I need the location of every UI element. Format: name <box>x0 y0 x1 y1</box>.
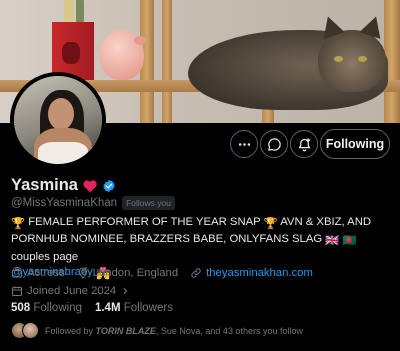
followed-by-rest: , Sue Nova, and 43 others you follow <box>155 325 303 336</box>
uk-flag-icon: 🇬🇧 <box>325 235 340 248</box>
followed-by-prefix: Followed by <box>45 325 94 336</box>
notify-button[interactable] <box>290 130 318 158</box>
category-item: Actress <box>11 267 65 279</box>
trophy-icon: 🏆 <box>263 218 278 230</box>
profile-meta: Actress London, England theyasminakhan.c… <box>11 265 396 301</box>
following-stat[interactable]: 508 Following <box>11 302 82 314</box>
category-label: Actress <box>27 267 65 279</box>
cat-head <box>318 30 386 92</box>
followers-label: Followers <box>123 302 173 314</box>
book <box>76 0 84 22</box>
followers-stat[interactable]: 1.4M Followers <box>95 302 173 314</box>
notify-add-icon <box>298 137 310 151</box>
cat-eye <box>334 56 343 62</box>
location-label: London, England <box>92 267 179 279</box>
heart-emoji-icon <box>83 179 97 192</box>
avatar-top <box>38 142 88 164</box>
more-icon <box>238 142 250 146</box>
briefcase-icon <box>12 268 22 278</box>
followed-by-text: Followed by TORIN BLAZE, Sue Nova, and 4… <box>45 326 303 336</box>
message-icon <box>267 137 281 151</box>
shelf-post <box>162 0 172 123</box>
followers-count: 1.4M <box>94 302 121 314</box>
location-pin-icon <box>78 267 87 279</box>
following-count: 508 <box>11 302 31 314</box>
verified-badge-icon[interactable] <box>102 179 116 193</box>
following-label: Following <box>33 302 82 314</box>
website-link[interactable]: theyasminakhan.com <box>206 267 313 279</box>
chevron-right-icon <box>123 287 128 295</box>
avatar-face <box>48 98 74 130</box>
location-item: London, England <box>77 267 178 279</box>
profile-avatar[interactable] <box>10 72 106 168</box>
followed-by-name: TORIN BLAZE <box>95 325 156 336</box>
following-button[interactable]: Following <box>320 129 390 159</box>
bio-text: NOMINEE, BRAZZERS BABE, ONLYFANS SLAG <box>70 233 323 246</box>
handle: @MissYasminaKhan <box>11 197 118 209</box>
trophy-icon: 🏆 <box>11 218 26 230</box>
bio-text: FEMALE PERFORMER OF THE YEAR SNAP <box>28 216 261 228</box>
display-name: Yasmina <box>11 176 78 194</box>
follows-you-badge: Follows you <box>122 196 175 210</box>
cat-eye <box>358 56 367 62</box>
joined-item[interactable]: Joined June 2024 <box>11 285 130 297</box>
followed-by[interactable]: Followed by TORIN BLAZE, Sue Nova, and 4… <box>11 322 303 339</box>
handle-row: @MissYasminaKhan Follows you <box>11 196 175 210</box>
name-row: Yasmina <box>11 176 116 195</box>
follow-stats: 508 Following 1.4M Followers <box>11 302 173 314</box>
link-icon <box>191 268 201 278</box>
follower-avatar <box>22 322 39 339</box>
bangladesh-flag-icon: 🇧🇩 <box>342 235 357 248</box>
bio-text: couples page <box>11 250 79 263</box>
joined-label: Joined June 2024 <box>27 285 117 297</box>
calendar-icon <box>12 286 22 296</box>
more-button[interactable] <box>230 130 258 158</box>
message-button[interactable] <box>260 130 288 158</box>
pink-toy-ear <box>134 36 146 45</box>
book <box>64 0 74 22</box>
website-item[interactable]: theyasminakhan.com <box>190 267 313 279</box>
